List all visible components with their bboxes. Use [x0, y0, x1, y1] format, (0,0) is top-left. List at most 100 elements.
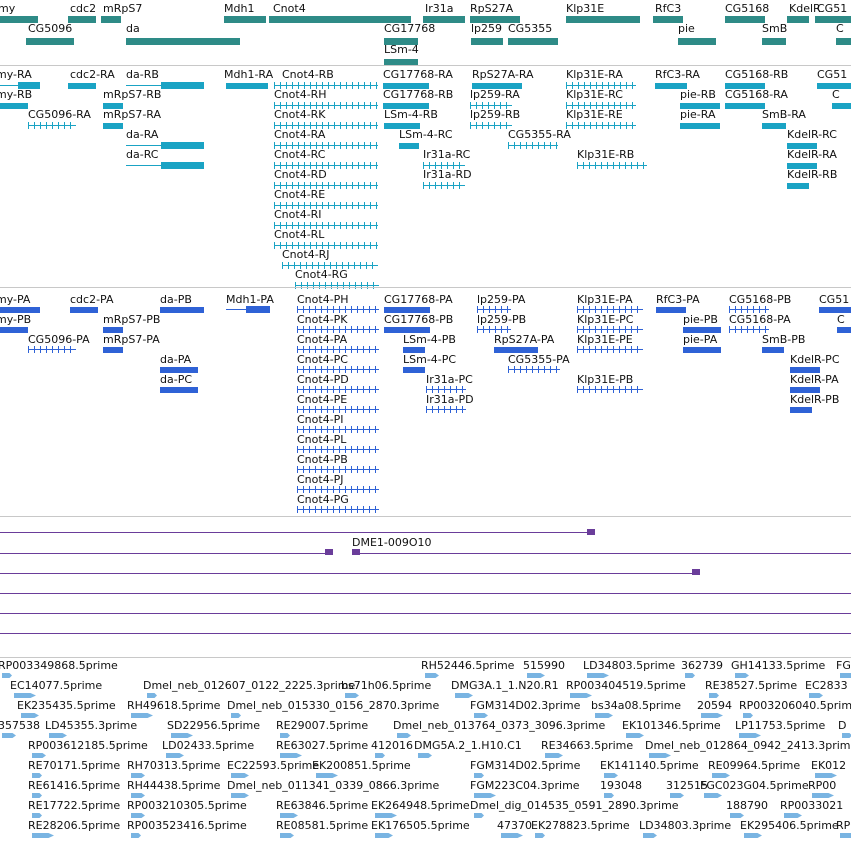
protein-glyph[interactable] [297, 306, 379, 313]
est-glyph[interactable] [784, 813, 802, 818]
gene-glyph[interactable] [224, 16, 266, 23]
est-glyph[interactable] [375, 833, 393, 838]
protein-glyph[interactable] [508, 366, 560, 373]
protein-glyph[interactable] [297, 406, 379, 413]
transcript-glyph[interactable] [226, 83, 268, 89]
est-glyph[interactable] [32, 773, 42, 778]
est-glyph[interactable] [587, 673, 609, 678]
protein-glyph[interactable] [28, 346, 76, 353]
transcript-glyph[interactable] [470, 122, 512, 129]
est-glyph[interactable] [345, 693, 359, 698]
transcript-glyph[interactable] [566, 122, 636, 129]
est-glyph[interactable] [14, 693, 36, 698]
est-glyph[interactable] [545, 753, 563, 758]
protein-glyph[interactable] [70, 307, 98, 313]
protein-glyph[interactable] [297, 366, 379, 373]
est-glyph[interactable] [280, 733, 290, 738]
est-glyph[interactable] [131, 793, 145, 798]
gene-glyph[interactable] [787, 16, 809, 23]
est-glyph[interactable] [397, 733, 411, 738]
est-glyph[interactable] [570, 693, 592, 698]
gene-glyph[interactable] [101, 16, 121, 23]
est-glyph[interactable] [49, 733, 67, 738]
transcript-glyph[interactable] [508, 142, 558, 149]
est-glyph[interactable] [32, 813, 42, 818]
protein-glyph[interactable] [297, 446, 379, 453]
contig-alignment-line[interactable] [0, 593, 851, 594]
est-glyph[interactable] [595, 713, 613, 718]
protein-glyph[interactable] [426, 386, 466, 393]
transcript-glyph[interactable] [0, 103, 28, 109]
contig-end-marker[interactable] [587, 529, 595, 535]
est-glyph[interactable] [643, 833, 657, 838]
transcript-glyph[interactable] [577, 162, 647, 169]
protein-glyph[interactable] [656, 307, 686, 313]
transcript-glyph[interactable] [103, 123, 123, 129]
est-glyph[interactable] [32, 753, 46, 758]
est-glyph[interactable] [375, 813, 397, 818]
contig-alignment-line[interactable] [0, 553, 332, 554]
est-glyph[interactable] [812, 793, 834, 798]
est-glyph[interactable] [815, 773, 837, 778]
est-glyph[interactable] [730, 813, 744, 818]
contig-end-marker[interactable] [325, 549, 333, 555]
protein-glyph[interactable] [729, 306, 769, 313]
protein-glyph[interactable] [0, 327, 28, 333]
gene-glyph[interactable] [508, 38, 558, 45]
contig-end-marker[interactable] [692, 569, 700, 575]
est-glyph[interactable] [280, 753, 302, 758]
protein-glyph[interactable] [577, 326, 643, 333]
protein-glyph[interactable] [426, 406, 466, 413]
est-glyph[interactable] [455, 693, 473, 698]
transcript-glyph[interactable] [68, 83, 96, 89]
contig-alignment-line[interactable] [0, 613, 851, 614]
est-glyph[interactable] [231, 713, 241, 718]
est-glyph[interactable] [535, 833, 545, 838]
est-glyph[interactable] [131, 833, 141, 838]
gene-glyph[interactable] [815, 16, 851, 23]
est-glyph[interactable] [744, 833, 762, 838]
est-glyph[interactable] [131, 713, 153, 718]
est-glyph[interactable] [474, 813, 484, 818]
est-glyph[interactable] [626, 733, 644, 738]
contig-alignment-line[interactable] [0, 573, 700, 574]
est-glyph[interactable] [131, 773, 145, 778]
est-glyph[interactable] [685, 673, 695, 678]
contig-end-marker[interactable] [352, 549, 360, 555]
est-glyph[interactable] [704, 793, 722, 798]
gene-glyph[interactable] [836, 38, 851, 45]
protein-glyph[interactable] [103, 347, 123, 353]
est-glyph[interactable] [32, 793, 42, 798]
est-glyph[interactable] [501, 833, 523, 838]
est-glyph[interactable] [670, 793, 684, 798]
transcript-glyph[interactable] [28, 122, 76, 129]
gene-glyph[interactable] [678, 38, 716, 45]
transcript-glyph[interactable] [126, 162, 204, 169]
est-glyph[interactable] [147, 693, 157, 698]
est-glyph[interactable] [474, 713, 488, 718]
transcript-glyph[interactable] [762, 123, 786, 129]
protein-glyph[interactable] [577, 346, 643, 353]
est-glyph[interactable] [2, 733, 16, 738]
protein-glyph[interactable] [297, 506, 379, 513]
protein-glyph[interactable] [819, 307, 851, 313]
protein-glyph[interactable] [477, 326, 511, 333]
est-glyph[interactable] [604, 773, 618, 778]
est-glyph[interactable] [32, 833, 54, 838]
est-glyph[interactable] [474, 793, 496, 798]
est-glyph[interactable] [474, 773, 484, 778]
gene-glyph[interactable] [126, 38, 240, 45]
protein-glyph[interactable] [160, 387, 198, 393]
gene-glyph[interactable] [762, 38, 786, 45]
gene-glyph[interactable] [26, 38, 74, 45]
protein-glyph[interactable] [297, 426, 379, 433]
protein-glyph[interactable] [160, 307, 204, 313]
transcript-glyph[interactable] [680, 123, 720, 129]
est-glyph[interactable] [131, 813, 145, 818]
protein-glyph[interactable] [837, 327, 851, 333]
est-glyph[interactable] [418, 753, 432, 758]
transcript-glyph[interactable] [399, 143, 419, 149]
protein-glyph[interactable] [226, 306, 270, 313]
contig-alignment-line[interactable] [352, 553, 851, 554]
transcript-glyph[interactable] [787, 183, 809, 189]
